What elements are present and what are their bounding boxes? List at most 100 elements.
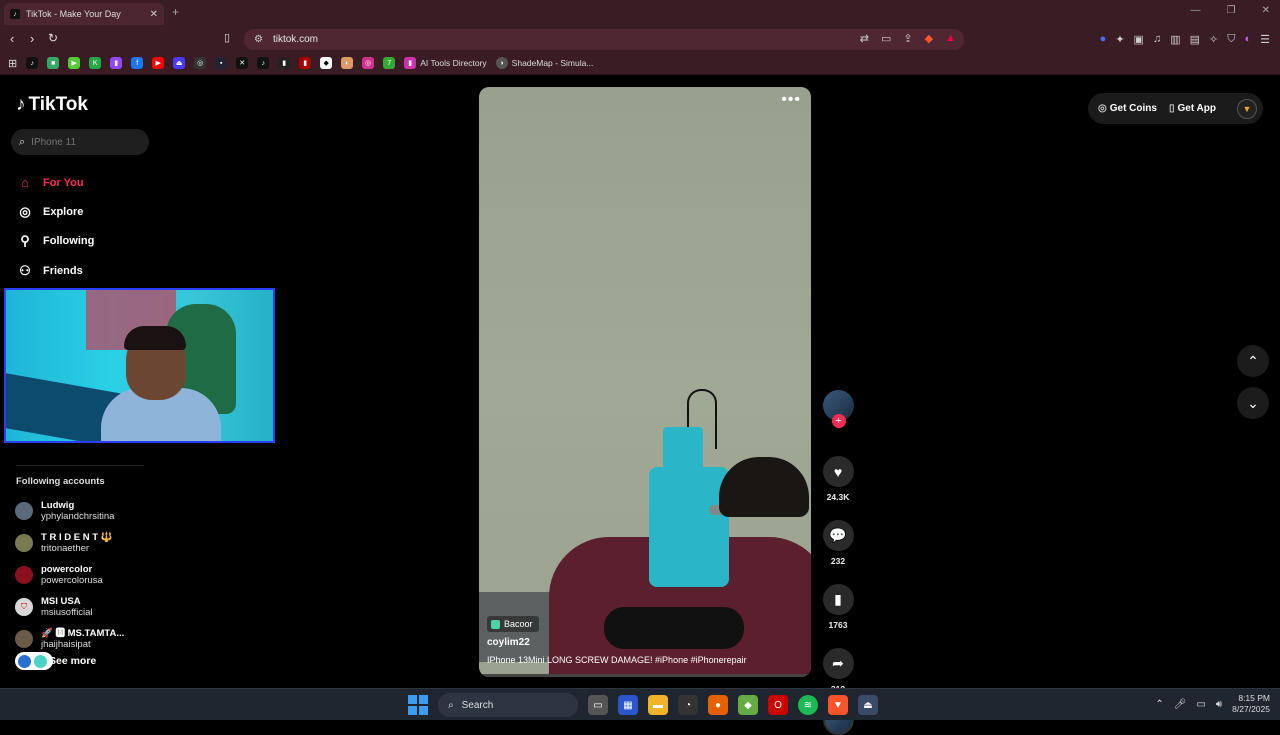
comment-button[interactable]: 💬: [822, 520, 854, 551]
bookmark-icon[interactable]: ▯: [224, 31, 230, 44]
close-window-icon[interactable]: ✕: [1262, 5, 1270, 16]
share-button[interactable]: ➦: [822, 648, 854, 679]
apps-grid-icon[interactable]: ⊞: [8, 57, 17, 70]
site-settings-icon[interactable]: ⚙: [254, 34, 263, 45]
start-button[interactable]: [408, 695, 428, 715]
bookmark-icon[interactable]: ◎: [194, 57, 207, 69]
next-video-button[interactable]: ⌄: [1237, 387, 1269, 419]
get-app-button[interactable]: ▯ Get App: [1169, 103, 1216, 114]
account-item[interactable]: ⛉ MSI USA msiusofficial: [15, 591, 124, 623]
reload-icon[interactable]: ↻: [48, 31, 58, 45]
cast-icon[interactable]: ▭: [881, 32, 891, 45]
speedometer-icon[interactable]: ◔: [678, 695, 698, 715]
microphone-icon[interactable]: 🎤︎: [1174, 699, 1187, 710]
play-bookmark-icon[interactable]: ▶: [68, 57, 81, 69]
bookmark-icon[interactable]: ⏏: [173, 57, 186, 69]
back-icon[interactable]: ‹: [10, 31, 14, 46]
bookmark-shademap[interactable]: ◑ ShadeMap - Simula...: [495, 57, 593, 69]
maximize-icon[interactable]: ❐: [1227, 5, 1236, 16]
tiktok-bookmark-icon[interactable]: ♪: [257, 57, 270, 69]
bookmark-ai-tools[interactable]: ▮ AI Tools Directory: [404, 57, 487, 69]
get-coins-button[interactable]: ◎ Get Coins: [1098, 103, 1157, 114]
screenshot-icon[interactable]: ▣: [1134, 33, 1144, 46]
profile-avatar[interactable]: ▼: [1237, 98, 1257, 119]
brave-icon[interactable]: ▼: [828, 695, 848, 715]
search-input[interactable]: [31, 136, 132, 148]
account-item[interactable]: Ludwig yphylandchrsitina: [15, 495, 124, 527]
video-username[interactable]: coylim22: [487, 637, 530, 648]
bookmark-icon[interactable]: ◆: [320, 57, 333, 69]
previous-video-button[interactable]: ⌃: [1237, 345, 1269, 377]
tiktok-bookmark-icon[interactable]: ♪: [26, 57, 39, 69]
app-icon[interactable]: ◆: [738, 695, 758, 715]
vpn-icon[interactable]: ⛉: [1227, 33, 1235, 46]
puzzle-icon[interactable]: ✦: [1115, 33, 1124, 46]
translate-icon[interactable]: ⇄: [860, 32, 869, 45]
sponsor-tag[interactable]: Bacoor: [487, 616, 539, 632]
clock[interactable]: 8:15 PM 8/27/2025: [1232, 693, 1270, 715]
share-icon[interactable]: ⇪: [903, 32, 912, 45]
new-tab-icon[interactable]: +: [172, 5, 179, 19]
bookmark-icon[interactable]: 7: [383, 57, 396, 69]
address-bar-icons: ⇄ ▭ ⇪ ◆ ▲: [860, 32, 956, 45]
search-box[interactable]: ⌕: [11, 129, 149, 155]
address-bar[interactable]: ⚙ tiktok.com ⇄ ▭ ⇪ ◆ ▲: [244, 29, 964, 50]
tag-icon: [491, 619, 500, 629]
network-icon[interactable]: ▭: [1196, 699, 1205, 710]
browser-tab[interactable]: ♪ TikTok - Make Your Day ✕: [4, 3, 164, 25]
close-tab-icon[interactable]: ✕: [150, 9, 158, 20]
taskbar-search[interactable]: ⌕ Search: [438, 693, 578, 717]
facebook-bookmark-icon[interactable]: f: [131, 57, 144, 69]
account-item[interactable]: 🚀 🅼 MS.TAMTA... jhaijhaisipat: [15, 623, 124, 655]
creator-avatar[interactable]: +: [822, 390, 854, 428]
video-player[interactable]: ••• Bacoor coylim22 IPhone 13Mini LONG S…: [479, 87, 811, 677]
instagram-bookmark-icon[interactable]: ◎: [362, 57, 375, 69]
task-view-icon[interactable]: ▭: [588, 695, 608, 715]
tiktok-logo[interactable]: ♪ TikTok: [16, 94, 88, 116]
kick-bookmark-icon[interactable]: K: [89, 57, 102, 69]
video-progress-bar[interactable]: [479, 674, 811, 677]
sidebar-icon[interactable]: ▥: [1170, 33, 1180, 46]
nav-following[interactable]: ⚲ Following: [16, 227, 94, 256]
minimize-icon[interactable]: —: [1191, 5, 1201, 16]
nav-explore[interactable]: ◎ Explore: [16, 197, 94, 226]
app-icon[interactable]: ▦: [618, 695, 638, 715]
leo-ai-icon[interactable]: ✧: [1209, 33, 1218, 46]
nav-friends[interactable]: ⚇ Friends: [16, 256, 94, 285]
opera-icon[interactable]: O: [768, 695, 788, 715]
volume-icon[interactable]: 🔊︎: [1216, 699, 1222, 710]
chevron-up-icon[interactable]: ⌃: [1155, 699, 1163, 710]
app-icon[interactable]: ⏏: [858, 695, 878, 715]
see-more-link[interactable]: See more: [15, 652, 96, 670]
extension-icon[interactable]: ●: [1100, 33, 1107, 46]
account-item[interactable]: powercolor powercolorusa: [15, 559, 124, 591]
nav-for-you[interactable]: ⌂ For You: [16, 168, 94, 197]
account-item[interactable]: T R I D E N T 🔱 tritonaether: [15, 527, 124, 559]
menu-icon[interactable]: ☰: [1260, 33, 1270, 46]
bookmark-icon[interactable]: ◐: [341, 57, 354, 69]
coin-icon: ◎: [1098, 103, 1107, 114]
like-button[interactable]: ♥: [822, 456, 854, 487]
twitch-bookmark-icon[interactable]: ▮: [110, 57, 123, 69]
sidebar-nav: ⌂ For You ◎ Explore ⚲ Following ⚇ Friend…: [16, 168, 94, 285]
bookmark-icon[interactable]: ▮: [278, 57, 291, 69]
file-explorer-icon[interactable]: ▬: [648, 695, 668, 715]
brave-shield-icon[interactable]: ◆: [925, 32, 933, 45]
friends-icon: ⚇: [19, 262, 31, 278]
bookmark-icon[interactable]: ■: [47, 57, 60, 69]
wallet-icon[interactable]: ▤: [1190, 33, 1200, 46]
more-options-icon[interactable]: •••: [781, 91, 801, 109]
brave-rewards-icon[interactable]: ▲: [945, 32, 956, 45]
bookmark-icon[interactable]: ▪: [215, 57, 228, 69]
firefox-icon[interactable]: ●: [708, 695, 728, 715]
x-bookmark-icon[interactable]: ✕: [236, 57, 249, 69]
bookmark-icon[interactable]: ▮: [299, 57, 312, 69]
forward-icon[interactable]: ›: [30, 31, 34, 46]
profile-icon[interactable]: ◐: [1244, 33, 1251, 46]
youtube-bookmark-icon[interactable]: ▶: [152, 57, 165, 69]
save-button[interactable]: ▮: [822, 584, 854, 615]
spotify-icon[interactable]: ≋: [798, 695, 818, 715]
music-icon[interactable]: ♫: [1153, 33, 1161, 46]
follow-plus-icon[interactable]: +: [831, 414, 846, 428]
browser-tab-bar: ♪ TikTok - Make Your Day ✕ + — ❐ ✕: [0, 0, 1280, 27]
